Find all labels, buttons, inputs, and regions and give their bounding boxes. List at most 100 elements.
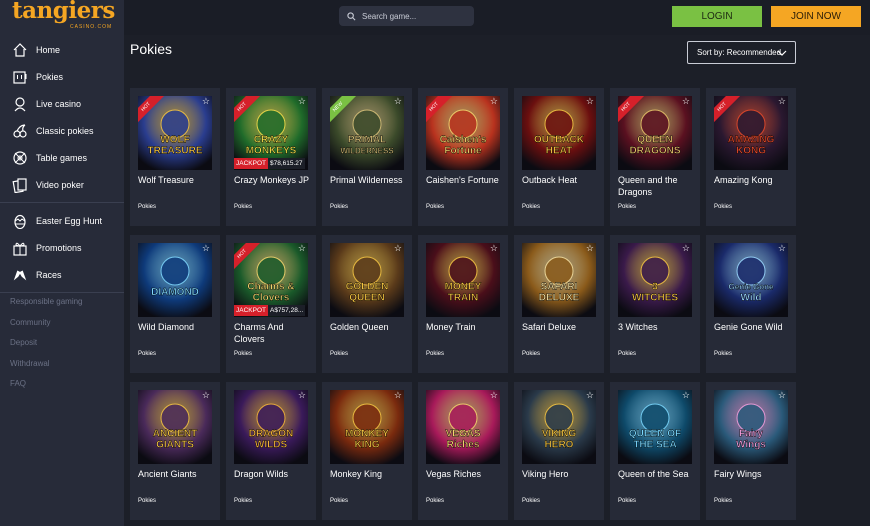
sidebar-item-live-casino[interactable]: Live casino xyxy=(0,90,124,117)
game-title[interactable]: Ancient Giants xyxy=(138,468,216,480)
favorite-star-icon[interactable]: ☆ xyxy=(778,391,786,400)
game-thumbnail[interactable]: MONEY TRAIN ☆ xyxy=(426,243,500,317)
favorite-star-icon[interactable]: ☆ xyxy=(778,244,786,253)
game-card[interactable]: AMAZING KONG HOT ☆ Amazing Kong Pokies xyxy=(706,88,796,226)
game-title[interactable]: 3 Witches xyxy=(618,321,696,333)
game-card[interactable]: Charms & Clovers HOT ☆ JACKPOT A$757,28... Cha… xyxy=(226,235,316,373)
sidebar-item-classic-pokies[interactable]: Classic pokies xyxy=(0,117,124,144)
favorite-star-icon[interactable]: ☆ xyxy=(298,391,306,400)
game-title[interactable]: Dragon Wilds xyxy=(234,468,312,480)
join-now-button[interactable]: JOIN NOW xyxy=(771,6,861,27)
game-card[interactable]: PRIMAL WILDERNESS NEW ☆ Primal Wilderness Pok… xyxy=(322,88,412,226)
favorite-star-icon[interactable]: ☆ xyxy=(202,97,210,106)
game-title[interactable]: Caishen's Fortune xyxy=(426,174,504,186)
game-title[interactable]: Safari Deluxe xyxy=(522,321,600,333)
favorite-star-icon[interactable]: ☆ xyxy=(490,97,498,106)
game-thumbnail[interactable]: PRIMAL WILDERNESS NEW ☆ xyxy=(330,96,404,170)
game-card[interactable]: DIAMOND ☆ Wild Diamond Pokies xyxy=(130,235,220,373)
game-thumbnail[interactable]: Fairy Wings ☆ xyxy=(714,390,788,464)
game-thumbnail[interactable]: QUEEN OF THE SEA ☆ xyxy=(618,390,692,464)
game-card[interactable]: Fairy Wings ☆ Fairy Wings Pokies xyxy=(706,382,796,520)
sidebar-item-home[interactable]: Home xyxy=(0,36,124,63)
game-thumbnail[interactable]: Caishen's Fortune HOT ☆ xyxy=(426,96,500,170)
favorite-star-icon[interactable]: ☆ xyxy=(586,244,594,253)
game-thumbnail[interactable]: DRAGON WILDS ☆ xyxy=(234,390,308,464)
game-card[interactable]: QUEEN OF THE SEA ☆ Queen of the Sea Pokies xyxy=(610,382,700,520)
game-title[interactable]: Golden Queen xyxy=(330,321,408,333)
game-card[interactable]: DRAGON WILDS ☆ Dragon Wilds Pokies xyxy=(226,382,316,520)
game-thumbnail[interactable]: MONKEY KING ☆ xyxy=(330,390,404,464)
game-title[interactable]: Vegas Riches xyxy=(426,468,504,480)
favorite-star-icon[interactable]: ☆ xyxy=(682,97,690,106)
game-thumbnail[interactable]: Charms & Clovers HOT ☆ JACKPOT A$757,28... xyxy=(234,243,308,317)
game-thumbnail[interactable]: Genie Gone Wild ☆ xyxy=(714,243,788,317)
game-card[interactable]: CRAZY MONKEYS HOT ☆ JACKPOT $78,615.27 Crazy M… xyxy=(226,88,316,226)
game-thumbnail[interactable]: DIAMOND ☆ xyxy=(138,243,212,317)
game-thumbnail[interactable]: WOLF TREASURE HOT ☆ xyxy=(138,96,212,170)
tangiers-logo[interactable]: tangiers CASINO.COM xyxy=(12,0,115,32)
favorite-star-icon[interactable]: ☆ xyxy=(202,244,210,253)
game-thumbnail[interactable]: SAFARI DELUXE ☆ xyxy=(522,243,596,317)
sidebar-item-pokies[interactable]: Pokies xyxy=(0,63,124,90)
favorite-star-icon[interactable]: ☆ xyxy=(490,391,498,400)
favorite-star-icon[interactable]: ☆ xyxy=(394,97,402,106)
game-title[interactable]: Wolf Treasure xyxy=(138,174,216,186)
sidebar-item-races[interactable]: Races xyxy=(0,261,124,288)
game-thumbnail[interactable]: GOLDEN QUEEN ☆ xyxy=(330,243,404,317)
game-thumbnail[interactable]: QUEEN DRAGONS HOT ☆ xyxy=(618,96,692,170)
sidebar-item-promotions[interactable]: Promotions xyxy=(0,234,124,261)
game-title[interactable]: Queen of the Sea xyxy=(618,468,696,480)
favorite-star-icon[interactable]: ☆ xyxy=(778,97,786,106)
footer-link-withdrawal[interactable]: Withdrawal xyxy=(10,358,83,379)
game-title[interactable]: Primal Wilderness xyxy=(330,174,408,186)
game-card[interactable]: QUEEN DRAGONS HOT ☆ Queen and the Dragons Pok… xyxy=(610,88,700,226)
game-card[interactable]: VEGAS Riches ☆ Vegas Riches Pokies xyxy=(418,382,508,520)
favorite-star-icon[interactable]: ☆ xyxy=(394,244,402,253)
game-thumbnail[interactable]: 3 WITCHES ☆ xyxy=(618,243,692,317)
favorite-star-icon[interactable]: ☆ xyxy=(202,391,210,400)
game-thumbnail[interactable]: CRAZY MONKEYS HOT ☆ JACKPOT $78,615.27 xyxy=(234,96,308,170)
sort-dropdown[interactable]: Sort by: Recommended xyxy=(687,41,796,64)
footer-link-responsible-gaming[interactable]: Responsible gaming xyxy=(10,296,83,317)
favorite-star-icon[interactable]: ☆ xyxy=(394,391,402,400)
game-card[interactable]: Genie Gone Wild ☆ Genie Gone Wild Pokies xyxy=(706,235,796,373)
search-input[interactable]: Search game... xyxy=(339,6,474,26)
game-card[interactable]: GOLDEN QUEEN ☆ Golden Queen Pokies xyxy=(322,235,412,373)
game-card[interactable]: VIKING HERO ☆ Viking Hero Pokies xyxy=(514,382,604,520)
sidebar-item-table-games[interactable]: Table games xyxy=(0,144,124,171)
favorite-star-icon[interactable]: ☆ xyxy=(682,391,690,400)
game-title[interactable]: Money Train xyxy=(426,321,504,333)
footer-link-community[interactable]: Community xyxy=(10,317,83,338)
favorite-star-icon[interactable]: ☆ xyxy=(586,391,594,400)
game-card[interactable]: ANCIENT GIANTS ☆ Ancient Giants Pokies xyxy=(130,382,220,520)
favorite-star-icon[interactable]: ☆ xyxy=(298,244,306,253)
game-title[interactable]: Outback Heat xyxy=(522,174,600,186)
footer-link-faq[interactable]: FAQ xyxy=(10,378,83,399)
footer-link-deposit[interactable]: Deposit xyxy=(10,337,83,358)
game-title[interactable]: Queen and the Dragons xyxy=(618,174,696,198)
game-title[interactable]: Monkey King xyxy=(330,468,408,480)
game-card[interactable]: Caishen's Fortune HOT ☆ Caishen's Fortune Pok… xyxy=(418,88,508,226)
game-title[interactable]: Crazy Monkeys JP xyxy=(234,174,312,186)
favorite-star-icon[interactable]: ☆ xyxy=(490,244,498,253)
game-card[interactable]: OUTBACK HEAT ☆ Outback Heat Pokies xyxy=(514,88,604,226)
favorite-star-icon[interactable]: ☆ xyxy=(298,97,306,106)
game-card[interactable]: MONKEY KING ☆ Monkey King Pokies xyxy=(322,382,412,520)
game-thumbnail[interactable]: ANCIENT GIANTS ☆ xyxy=(138,390,212,464)
game-title[interactable]: Viking Hero xyxy=(522,468,600,480)
game-title[interactable]: Fairy Wings xyxy=(714,468,792,480)
game-title[interactable]: Amazing Kong xyxy=(714,174,792,186)
game-card[interactable]: SAFARI DELUXE ☆ Safari Deluxe Pokies xyxy=(514,235,604,373)
game-card[interactable]: MONEY TRAIN ☆ Money Train Pokies xyxy=(418,235,508,373)
game-thumbnail[interactable]: OUTBACK HEAT ☆ xyxy=(522,96,596,170)
game-thumbnail[interactable]: VEGAS Riches ☆ xyxy=(426,390,500,464)
game-thumbnail[interactable]: AMAZING KONG HOT ☆ xyxy=(714,96,788,170)
sidebar-item-video-poker[interactable]: Video poker xyxy=(0,171,124,198)
game-title[interactable]: Wild Diamond xyxy=(138,321,216,333)
login-button[interactable]: LOGIN xyxy=(672,6,762,27)
game-thumbnail[interactable]: VIKING HERO ☆ xyxy=(522,390,596,464)
favorite-star-icon[interactable]: ☆ xyxy=(682,244,690,253)
game-card[interactable]: 3 WITCHES ☆ 3 Witches Pokies xyxy=(610,235,700,373)
favorite-star-icon[interactable]: ☆ xyxy=(586,97,594,106)
sidebar-item-easter-egg-hunt[interactable]: Easter Egg Hunt xyxy=(0,207,124,234)
